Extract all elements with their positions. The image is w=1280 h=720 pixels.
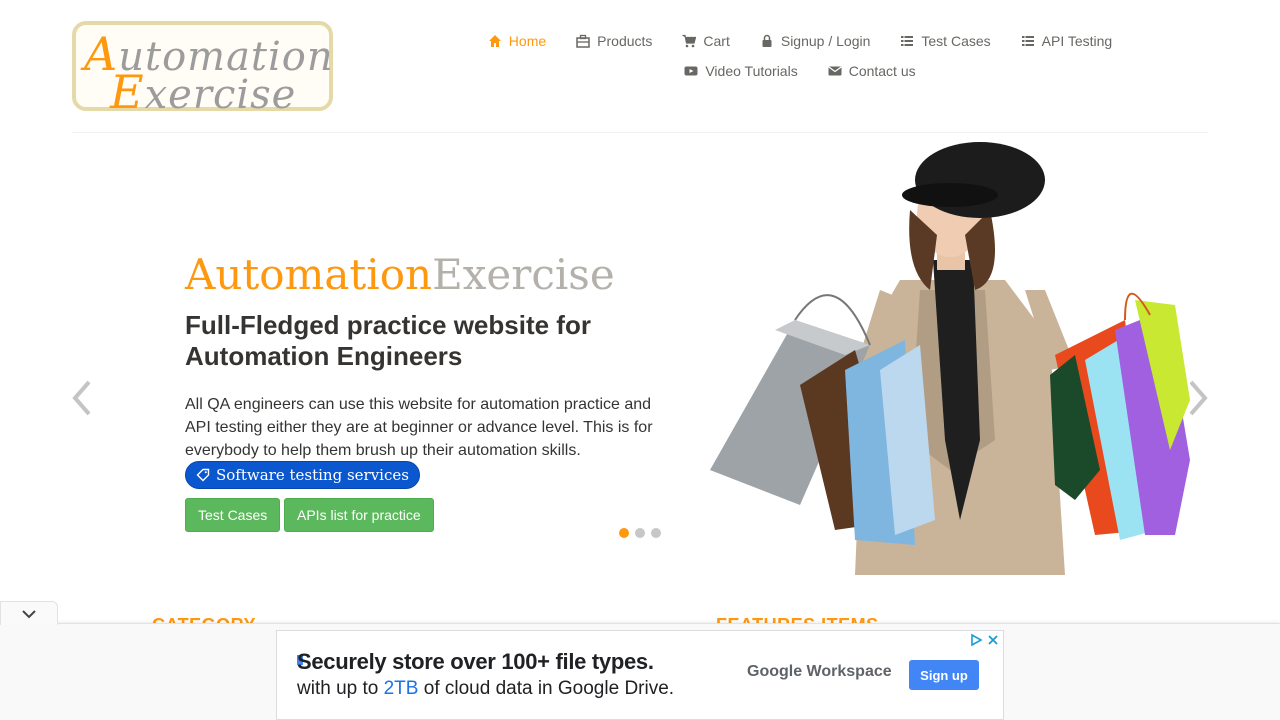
tag-icon bbox=[196, 468, 210, 482]
slider-dot-1[interactable] bbox=[619, 528, 629, 538]
site-logo[interactable]: Automation Exercise bbox=[72, 21, 333, 119]
nav-signup-login[interactable]: Signup / Login bbox=[745, 28, 886, 54]
chevron-down-icon bbox=[22, 609, 36, 618]
ad-subtitle: with up to 2TB of cloud data in Google D… bbox=[297, 678, 675, 699]
nav-api-testing[interactable]: API Testing bbox=[1006, 28, 1128, 54]
page: Automation Exercise Home Products Cart S… bbox=[0, 0, 1280, 720]
cart-icon bbox=[682, 34, 697, 48]
close-icon[interactable] bbox=[987, 633, 999, 647]
ad-brand: Google Workspace bbox=[747, 663, 892, 680]
nav-cart[interactable]: Cart bbox=[667, 28, 744, 54]
header-divider bbox=[72, 132, 1208, 133]
slider-dot-2[interactable] bbox=[635, 528, 645, 538]
ad-choices bbox=[969, 633, 999, 647]
software-testing-pill[interactable]: Software testing services bbox=[185, 461, 420, 489]
slider-brand: AutomationExercise bbox=[185, 250, 615, 299]
test-cases-button[interactable]: Test Cases bbox=[185, 498, 281, 532]
nav-video-tutorials[interactable]: Video Tutorials bbox=[669, 58, 812, 84]
ad-title: Securely store over 100+ file types. bbox=[297, 649, 654, 674]
products-icon bbox=[576, 34, 590, 48]
lock-icon bbox=[762, 34, 772, 47]
ad-collapse-button[interactable] bbox=[0, 601, 58, 625]
envelope-icon bbox=[828, 66, 842, 76]
slider-description: All QA engineers can use this website fo… bbox=[185, 396, 653, 459]
slider-headline: Full-Fledged practice website for Automa… bbox=[185, 310, 591, 371]
slider-prev-button[interactable] bbox=[70, 378, 94, 418]
youtube-icon bbox=[684, 66, 698, 76]
logo-line-2: Exercise bbox=[110, 65, 297, 119]
chevron-left-icon bbox=[72, 380, 91, 416]
list-icon bbox=[1021, 36, 1034, 46]
main-nav: Home Products Cart Signup / Login Test C… bbox=[470, 28, 1130, 88]
google-workspace-ad[interactable]: Securely store over 100+ file types. wit… bbox=[276, 630, 1004, 720]
nav-contact-us[interactable]: Contact us bbox=[813, 58, 931, 84]
adchoices-icon[interactable] bbox=[969, 633, 983, 647]
home-icon bbox=[488, 35, 501, 47]
nav-home[interactable]: Home bbox=[473, 28, 561, 54]
list-icon bbox=[901, 36, 914, 46]
nav-products[interactable]: Products bbox=[561, 28, 667, 54]
nav-test-cases[interactable]: Test Cases bbox=[885, 28, 1005, 54]
slider-dot-3[interactable] bbox=[651, 528, 661, 538]
ad-signup-button[interactable]: Sign up bbox=[909, 660, 979, 690]
slider-indicators bbox=[619, 528, 661, 538]
apis-list-button[interactable]: APIs list for practice bbox=[284, 498, 434, 532]
hero-shopping-woman-image bbox=[710, 142, 1190, 575]
